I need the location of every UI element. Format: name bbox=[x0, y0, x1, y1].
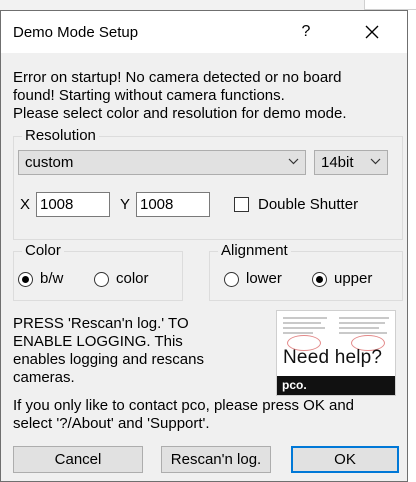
contact-line: select '?/About' and 'Support'. bbox=[13, 415, 210, 432]
double-shutter-checkbox[interactable] bbox=[234, 197, 249, 212]
image-decoration bbox=[283, 322, 321, 324]
double-shutter-label[interactable]: Double Shutter bbox=[258, 196, 358, 213]
chevron-down-icon bbox=[370, 158, 381, 165]
contact-info: If you only like to contact pco, please … bbox=[13, 397, 405, 433]
y-label: Y bbox=[120, 196, 131, 213]
window-title: Demo Mode Setup bbox=[13, 24, 139, 41]
image-decoration bbox=[283, 317, 327, 319]
alignment-upper-label[interactable]: upper bbox=[334, 270, 372, 287]
image-decoration bbox=[339, 327, 379, 329]
background-window-strip bbox=[0, 0, 416, 10]
image-decoration bbox=[283, 332, 313, 334]
alignment-group: Alignment lower upper bbox=[209, 242, 403, 301]
need-help-caption: Need help? bbox=[283, 347, 383, 368]
startup-error-message: Error on startup! No camera detected or … bbox=[13, 69, 403, 123]
alignment-upper-radio[interactable] bbox=[312, 272, 327, 287]
close-button[interactable] bbox=[357, 17, 387, 47]
demo-mode-setup-dialog: Demo Mode Setup ? Error on startup! No c… bbox=[0, 10, 408, 482]
color-group-label: Color bbox=[22, 242, 64, 260]
image-decoration bbox=[339, 317, 389, 319]
y-resolution-input[interactable]: 1008 bbox=[136, 192, 210, 217]
resolution-group: Resolution custom 14bit X 1008 Y 1008 Do… bbox=[13, 127, 403, 240]
color-color-label[interactable]: color bbox=[116, 270, 149, 287]
background-tab-fragment bbox=[364, 0, 416, 10]
notice-line: ENABLE LOGGING. This bbox=[13, 333, 183, 350]
x-label: X bbox=[20, 196, 31, 213]
alignment-lower-label[interactable]: lower bbox=[246, 270, 282, 287]
resolution-preset-value: custom bbox=[25, 154, 74, 171]
color-group: Color b/w color bbox=[13, 242, 183, 301]
color-color-radio[interactable] bbox=[94, 272, 109, 287]
dialog-body: Error on startup! No camera detected or … bbox=[1, 53, 407, 481]
notice-line: PRESS 'Rescan'n log.' TO bbox=[13, 315, 189, 332]
image-decoration bbox=[339, 332, 387, 334]
notice-line: cameras. bbox=[13, 369, 75, 386]
color-bw-label[interactable]: b/w bbox=[40, 270, 63, 287]
image-decoration bbox=[283, 327, 325, 329]
logging-notice: PRESS 'Rescan'n log.' TO ENABLE LOGGING.… bbox=[13, 315, 253, 387]
bit-depth-value: 14bit bbox=[321, 154, 354, 171]
alignment-group-label: Alignment bbox=[218, 242, 291, 260]
color-bw-radio[interactable] bbox=[18, 272, 33, 287]
cancel-button[interactable]: Cancel bbox=[13, 446, 143, 473]
resolution-preset-select[interactable]: custom bbox=[18, 150, 306, 175]
x-resolution-input[interactable]: 1008 bbox=[36, 192, 110, 217]
need-help-image[interactable]: Need help? pco. bbox=[276, 310, 396, 396]
close-icon bbox=[365, 25, 379, 39]
pco-logo: pco. bbox=[277, 376, 395, 395]
image-decoration bbox=[339, 322, 385, 324]
alignment-lower-radio[interactable] bbox=[224, 272, 239, 287]
intro-line: Error on startup! No camera detected or … bbox=[13, 69, 342, 86]
resolution-group-label: Resolution bbox=[22, 127, 99, 145]
chevron-down-icon bbox=[288, 158, 299, 165]
rescan-log-button[interactable]: Rescan'n log. bbox=[161, 446, 271, 473]
notice-line: enables logging and rescans bbox=[13, 351, 204, 368]
title-bar[interactable]: Demo Mode Setup ? bbox=[1, 11, 407, 53]
bit-depth-select[interactable]: 14bit bbox=[314, 150, 388, 175]
help-button[interactable]: ? bbox=[293, 19, 319, 45]
contact-line: If you only like to contact pco, please … bbox=[13, 397, 355, 414]
ok-button[interactable]: OK bbox=[291, 446, 399, 473]
intro-line: Please select color and resolution for d… bbox=[13, 105, 347, 122]
intro-line: found! Starting without camera functions… bbox=[13, 87, 285, 104]
